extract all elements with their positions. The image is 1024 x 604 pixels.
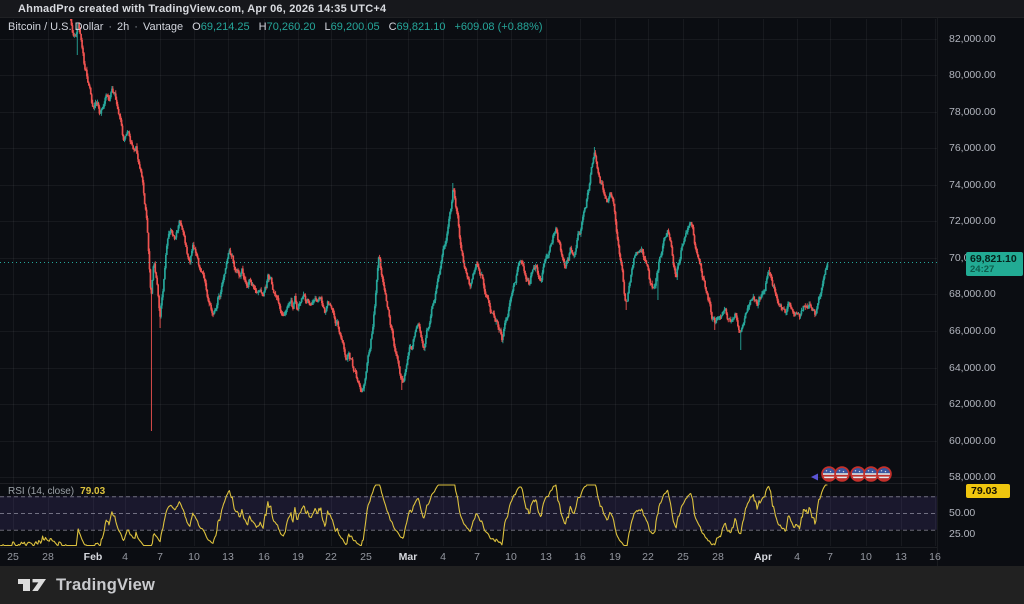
time-axis-label: 25 [344,548,388,567]
time-axis-label: 28 [696,548,740,567]
buy-arrow-mark-icon[interactable] [811,474,818,481]
chart-marks[interactable] [811,467,891,481]
tradingview-logo-icon[interactable] [17,576,47,594]
rsi-axis-label: 25.00 [949,528,975,540]
time-axis[interactable]: 2528Feb47101316192225Mar4710131619222528… [0,547,937,566]
interval-label[interactable]: 2h [117,21,129,33]
rsi-axis-label: 50.00 [949,507,975,519]
price-axis-label: 68,000.00 [949,288,996,300]
price-axis-label: 80,000.00 [949,69,996,81]
price-axis-label: 58,000.00 [949,471,996,483]
usa-flag-mark-icon[interactable] [877,467,891,481]
close-value: 69,821.10 [397,21,446,33]
rsi-legend[interactable]: RSI (14, close) 79.03 [8,486,105,497]
close-label: C [389,21,397,33]
rsi-title[interactable]: RSI (14, close) [8,486,74,497]
footer-bar: TradingView [0,566,1024,604]
time-axis-label: 28 [26,548,70,567]
rsi-current-value: 79.03 [80,486,105,497]
price-axis[interactable]: 25.00 50.00 58,000.00 60,000.00 62,000.00 64,… [937,18,1024,566]
bar-countdown: 24:27 [970,265,1023,275]
legend-separator: · [134,21,138,33]
brand-text[interactable]: TradingView [56,576,155,595]
high-value: 70,260.20 [267,21,316,33]
usa-flag-mark-icon[interactable] [835,467,849,481]
symbol-title[interactable]: Bitcoin / U.S. Dollar [8,21,103,33]
low-value: 69,200.05 [331,21,380,33]
usa-flag-mark-icon[interactable] [822,467,836,481]
candlestick-series [0,0,827,431]
symbol-legend[interactable]: Bitcoin / U.S. Dollar · 2h · Vantage O69… [8,21,543,33]
price-axis-label: 76,000.00 [949,142,996,154]
exchange-label: Vantage [143,21,183,33]
open-value: 69,214.25 [201,21,250,33]
chart-canvas[interactable] [0,0,1024,604]
rsi-value-label: 79.03 [966,484,1010,498]
price-axis-label: 74,000.00 [949,179,996,191]
usa-flag-mark-icon[interactable] [851,467,865,481]
watermark-text: AhmadPro created with TradingView.com, A… [18,3,386,15]
high-label: H [259,21,267,33]
price-axis-label: 62,000.00 [949,398,996,410]
open-label: O [192,21,201,33]
watermark-bar: AhmadPro created with TradingView.com, A… [0,0,1024,18]
current-price-label: 69,821.10 24:27 [966,252,1023,276]
price-axis-label: 60,000.00 [949,435,996,447]
tradingview-chart-snapshot: AhmadPro created with TradingView.com, A… [0,0,1024,604]
price-axis-label: 66,000.00 [949,325,996,337]
price-axis-label: 72,000.00 [949,215,996,227]
price-axis-label: 64,000.00 [949,362,996,374]
price-axis-label: 82,000.00 [949,33,996,45]
time-axis-label: 16 [913,548,957,567]
price-axis-label: 78,000.00 [949,106,996,118]
change-value: +609.08 (+0.88%) [454,21,542,33]
legend-separator: · [108,21,112,33]
usa-flag-mark-icon[interactable] [864,467,878,481]
